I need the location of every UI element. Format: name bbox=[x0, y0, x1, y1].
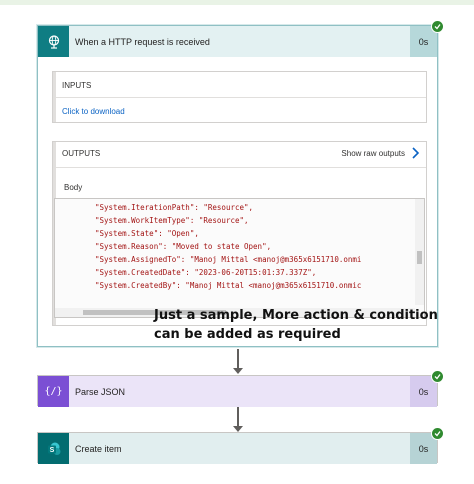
create-item-title: Create item bbox=[75, 443, 122, 454]
arrow-down-icon bbox=[233, 368, 243, 374]
parse-json-title: Parse JSON bbox=[75, 386, 126, 397]
outputs-label: OUTPUTS bbox=[62, 149, 101, 158]
top-strip bbox=[0, 0, 474, 5]
sharepoint-icon: S bbox=[38, 433, 69, 464]
success-check-icon bbox=[431, 427, 444, 440]
parse-json-card[interactable]: {/} Parse JSON 0s bbox=[37, 375, 438, 407]
inputs-section: INPUTS Click to download bbox=[52, 71, 427, 123]
trigger-title: When a HTTP request is received bbox=[75, 36, 210, 47]
connector-line bbox=[237, 407, 239, 427]
success-check-icon bbox=[431, 20, 444, 33]
svg-text:S: S bbox=[49, 447, 54, 454]
create-item-header[interactable]: S Create item 0s bbox=[38, 433, 437, 464]
click-to-download-link[interactable]: Click to download bbox=[62, 107, 125, 116]
code-line: "System.Reason": "Moved to state Open", bbox=[95, 242, 272, 251]
code-line: "System.AssignedTo": "Manoj Mittal <mano… bbox=[95, 255, 362, 264]
vertical-scrollbar[interactable] bbox=[415, 199, 424, 305]
code-line: "System.CreatedDate": "2023-06-20T15:01:… bbox=[95, 268, 317, 277]
http-request-icon bbox=[38, 26, 69, 57]
scroll-thumb[interactable] bbox=[417, 251, 422, 264]
code-line: "System.WorkItemType": "Resource", bbox=[95, 216, 249, 225]
http-trigger-card[interactable]: When a HTTP request is received 0s INPUT… bbox=[37, 25, 438, 347]
body-label: Body bbox=[64, 183, 83, 192]
create-item-card[interactable]: S Create item 0s bbox=[37, 432, 438, 464]
output-body-code[interactable]: "System.IterationPath": "Resource", "Sys… bbox=[54, 198, 425, 318]
show-raw-outputs-link[interactable]: Show raw outputs bbox=[341, 149, 405, 158]
code-line: "System.IterationPath": "Resource", bbox=[95, 203, 254, 212]
annotation-text: Just a sample, More action & condition c… bbox=[154, 308, 438, 342]
divider bbox=[56, 167, 426, 168]
connector-line bbox=[237, 349, 239, 369]
parse-json-header[interactable]: {/} Parse JSON 0s bbox=[38, 376, 437, 407]
code-line: "System.CreatedBy": "Manoj Mittal <manoj… bbox=[95, 281, 362, 290]
inputs-label: INPUTS bbox=[62, 81, 92, 90]
code-line: "System.State": "Open", bbox=[95, 229, 199, 238]
success-check-icon bbox=[431, 370, 444, 383]
divider bbox=[56, 97, 426, 98]
data-operation-icon: {/} bbox=[38, 376, 69, 407]
trigger-header[interactable]: When a HTTP request is received 0s bbox=[38, 26, 437, 57]
chevron-right-icon[interactable] bbox=[411, 146, 421, 162]
